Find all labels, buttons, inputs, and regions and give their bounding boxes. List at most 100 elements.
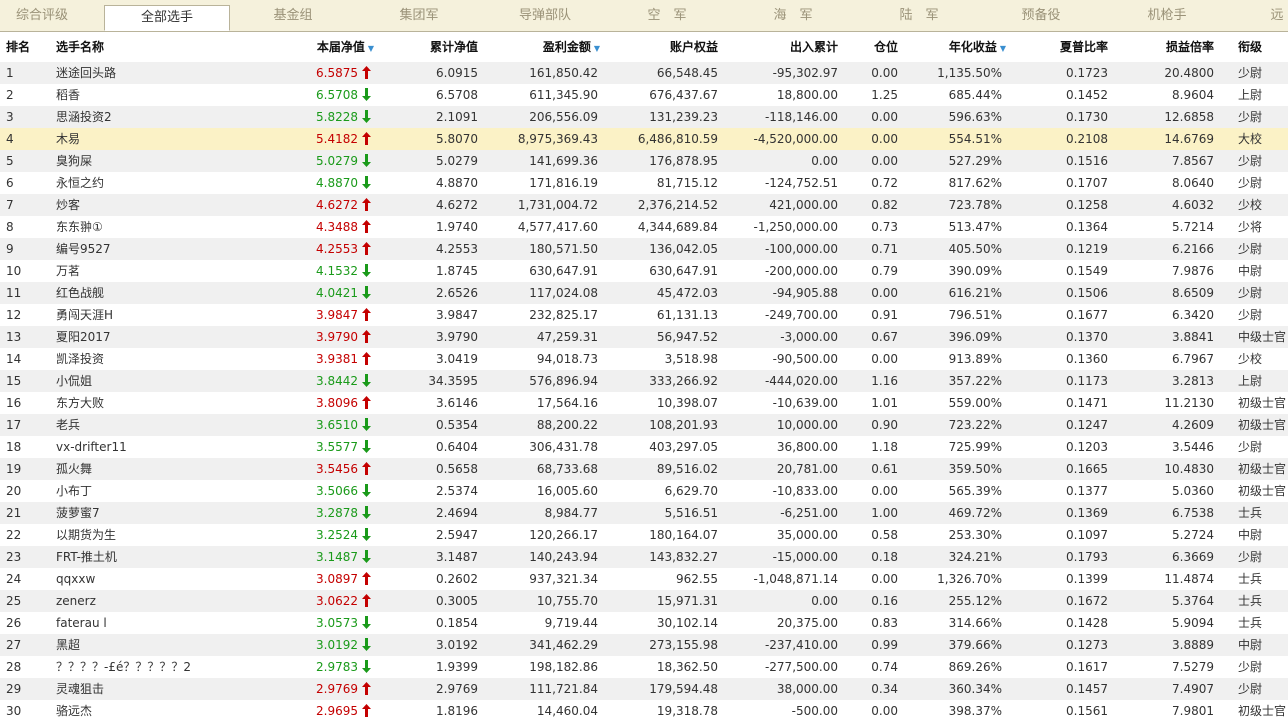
cell-player-name[interactable]: 小布丁 xyxy=(56,480,226,502)
cell-player-name[interactable]: 红色战舰 xyxy=(56,282,226,304)
table-row[interactable]: 24 qqxxw 3.0897 0.2602 937,321.34 962.55 -1,04… xyxy=(0,568,1288,590)
cell-player-name[interactable]: 勇闯天涯H xyxy=(56,304,226,326)
table-row[interactable]: 2 稻香 6.5708 6.5708 611,345.90 676,437.67 18,80… xyxy=(0,84,1288,106)
cell-player-name[interactable]: 夏阳2017 xyxy=(56,326,226,348)
cell-player-name[interactable]: FRT-推土机 xyxy=(56,546,226,568)
table-row[interactable]: 9 编号9527 4.2553 4.2553 180,571.50 136,042.05 -… xyxy=(0,238,1288,260)
table-row[interactable]: 30 骆远杰 2.9695 1.8196 14,460.04 19,318.78 -500.… xyxy=(0,700,1288,722)
arrow-up-icon xyxy=(362,352,371,365)
tab-10[interactable]: 远 xyxy=(1262,0,1288,31)
cell-flow: 35,000.00 xyxy=(776,528,838,542)
cell-nav: 3.9381 xyxy=(316,352,358,366)
cell-nav: 5.4182 xyxy=(316,132,358,146)
cell-player-name[interactable]: 孤火舞 xyxy=(56,458,226,480)
table-row[interactable]: 17 老兵 3.6510 0.5354 88,200.22 108,201.93 10,00… xyxy=(0,414,1288,436)
table-row[interactable]: 1 迷途回头路 6.5875 6.0915 161,850.42 66,548.45 -95… xyxy=(0,62,1288,84)
table-row[interactable]: 28 ？？？？-£é？？？？？2 2.9783 1.9399 198,182.86 18,… xyxy=(0,656,1288,678)
header-profit[interactable]: 盈利金额 ▼ xyxy=(500,32,600,64)
cell-rank: 18 xyxy=(6,440,22,454)
header-sharpe[interactable]: 夏普比率 xyxy=(1030,32,1108,62)
cell-player-name[interactable]: 老兵 xyxy=(56,414,226,436)
cell-player-name[interactable]: 黑超 xyxy=(56,634,226,656)
header-cum-nav[interactable]: 累计净值 xyxy=(400,32,478,62)
table-row[interactable]: 19 孤火舞 3.5456 0.5658 68,733.68 89,516.02 20,78… xyxy=(0,458,1288,480)
cell-sharpe: 0.1360 xyxy=(1066,352,1108,366)
header-pl-ratio[interactable]: 损益倍率 xyxy=(1130,32,1214,62)
cell-player-name[interactable]: qqxxw xyxy=(56,568,226,590)
cell-player-name[interactable]: 菠萝蜜7 xyxy=(56,502,226,524)
cell-player-name[interactable]: ？？？？-£é？？？？？2 xyxy=(56,656,226,678)
cell-player-name[interactable]: 骆远杰 xyxy=(56,700,226,722)
header-flow[interactable]: 出入累计 xyxy=(730,32,838,62)
table-row[interactable]: 10 万茗 4.1532 1.8745 630,647.91 630,647.91 -200… xyxy=(0,260,1288,282)
table-row[interactable]: 18 vx-drifter11 3.5577 0.6404 306,431.78 403,… xyxy=(0,436,1288,458)
table-row[interactable]: 27 黑超 3.0192 3.0192 341,462.29 273,155.98 -237… xyxy=(0,634,1288,656)
table-row[interactable]: 21 菠萝蜜7 3.2878 2.4694 8,984.77 5,516.51 -6,251… xyxy=(0,502,1288,524)
cell-player-name[interactable]: 灵魂狙击 xyxy=(56,678,226,700)
tab-5[interactable]: 空 军 xyxy=(608,0,726,31)
table-row[interactable]: 29 灵魂狙击 2.9769 2.9769 111,721.84 179,594.48 38… xyxy=(0,678,1288,700)
cell-player-name[interactable]: 臭狗屎 xyxy=(56,150,226,172)
cell-sharpe: 0.1203 xyxy=(1066,440,1108,454)
table-row[interactable]: 14 凯泽投资 3.9381 3.0419 94,018.73 3,518.98 -90,5… xyxy=(0,348,1288,370)
cell-player-name[interactable]: 稻香 xyxy=(56,84,226,106)
table-row[interactable]: 3 思涵投资2 5.8228 2.1091 206,556.09 131,239.23 -1… xyxy=(0,106,1288,128)
header-equity[interactable]: 账户权益 xyxy=(620,32,718,62)
tab-6[interactable]: 海 军 xyxy=(730,0,856,31)
cell-player-name[interactable]: zenerz xyxy=(56,590,226,612)
header-annual[interactable]: 年化收益 ▼ xyxy=(910,32,1006,64)
table-row[interactable]: 23 FRT-推土机 3.1487 3.1487 140,243.94 143,832.2… xyxy=(0,546,1288,568)
cell-sharpe: 0.1561 xyxy=(1066,704,1108,718)
cell-player-name[interactable]: 迷途回头路 xyxy=(56,62,226,84)
cell-equity: 403,297.05 xyxy=(649,440,718,454)
cell-position: 0.00 xyxy=(871,154,898,168)
cell-player-name[interactable]: 编号9527 xyxy=(56,238,226,260)
table-row[interactable]: 20 小布丁 3.5066 2.5374 16,005.60 6,629.70 -10,83… xyxy=(0,480,1288,502)
header-rank[interactable]: 排名 xyxy=(6,32,46,62)
cell-player-name[interactable]: 小侃姐 xyxy=(56,370,226,392)
tab-2[interactable]: 基金组 xyxy=(230,0,356,31)
cell-sharpe: 0.1457 xyxy=(1066,682,1108,696)
table-row[interactable]: 4 木易 5.4182 5.8070 8,975,369.43 6,486,810.59 -… xyxy=(0,128,1288,150)
table-row[interactable]: 22 以期货为生 3.2524 2.5947 120,266.17 180,164.07 3… xyxy=(0,524,1288,546)
table-row[interactable]: 13 夏阳2017 3.9790 3.9790 47,259.31 56,947.52 -3… xyxy=(0,326,1288,348)
cell-player-name[interactable]: 木易 xyxy=(56,128,226,150)
table-row[interactable]: 7 炒客 4.6272 4.6272 1,731,004.72 2,376,214.52 4… xyxy=(0,194,1288,216)
cell-player-name[interactable]: 思涵投资2 xyxy=(56,106,226,128)
cell-annual: 817.62% xyxy=(948,176,1002,190)
cell-player-name[interactable]: 东方大败 xyxy=(56,392,226,414)
cell-player-name[interactable]: 东东翀① xyxy=(56,216,226,238)
table-row[interactable]: 8 东东翀① 4.3488 1.9740 4,577,417.60 4,344,689.8… xyxy=(0,216,1288,238)
table-row[interactable]: 12 勇闯天涯H 3.9847 3.9847 232,825.17 61,131.13 -2… xyxy=(0,304,1288,326)
header-name[interactable]: 选手名称 xyxy=(56,32,176,62)
cell-player-name[interactable]: 凯泽投资 xyxy=(56,348,226,370)
tab-7[interactable]: 陆 军 xyxy=(856,0,982,31)
tab-0[interactable]: 综合评级 xyxy=(0,0,84,31)
header-title[interactable]: 衔级 xyxy=(1238,32,1288,62)
table-row[interactable]: 25 zenerz 3.0622 0.3005 10,755.70 15,971.31 0.… xyxy=(0,590,1288,612)
tab-4[interactable]: 导弹部队 xyxy=(482,0,608,31)
cell-player-name[interactable]: 万茗 xyxy=(56,260,226,282)
table-row[interactable]: 5 臭狗屎 5.0279 5.0279 141,699.36 176,878.95 0.00… xyxy=(0,150,1288,172)
table-row[interactable]: 15 小侃姐 3.8442 34.3595 576,896.94 333,266.92 -4… xyxy=(0,370,1288,392)
cell-flow: 0.00 xyxy=(811,594,838,608)
tab-1[interactable]: 全部选手 xyxy=(104,5,230,31)
cell-cum-nav: 2.1091 xyxy=(436,110,478,124)
header-position[interactable]: 仓位 xyxy=(850,32,898,62)
cell-player-name[interactable]: faterau l xyxy=(56,612,226,634)
cell-player-name[interactable]: 以期货为生 xyxy=(56,524,226,546)
table-row[interactable]: 11 红色战舰 4.0421 2.6526 117,024.08 45,472.03 -94… xyxy=(0,282,1288,304)
tab-8[interactable]: 预备役 xyxy=(982,0,1100,31)
header-nav[interactable]: 本届净值 ▼ xyxy=(270,32,374,64)
cell-position: 0.71 xyxy=(871,242,898,256)
cell-player-name[interactable]: vx-drifter11 xyxy=(56,436,226,458)
table-row[interactable]: 16 东方大败 3.8096 3.6146 17,564.16 10,398.07 -10,… xyxy=(0,392,1288,414)
cell-rank: 5 xyxy=(6,154,14,168)
table-row[interactable]: 6 永恒之约 4.8870 4.8870 171,816.19 81,715.12 -124… xyxy=(0,172,1288,194)
tab-9[interactable]: 机枪手 xyxy=(1104,0,1230,31)
table-row[interactable]: 26 faterau l 3.0573 0.1854 9,719.44 30,102.14… xyxy=(0,612,1288,634)
cell-player-name[interactable]: 永恒之约 xyxy=(56,172,226,194)
cell-rank: 9 xyxy=(6,242,14,256)
cell-player-name[interactable]: 炒客 xyxy=(56,194,226,216)
tab-3[interactable]: 集团军 xyxy=(356,0,482,31)
